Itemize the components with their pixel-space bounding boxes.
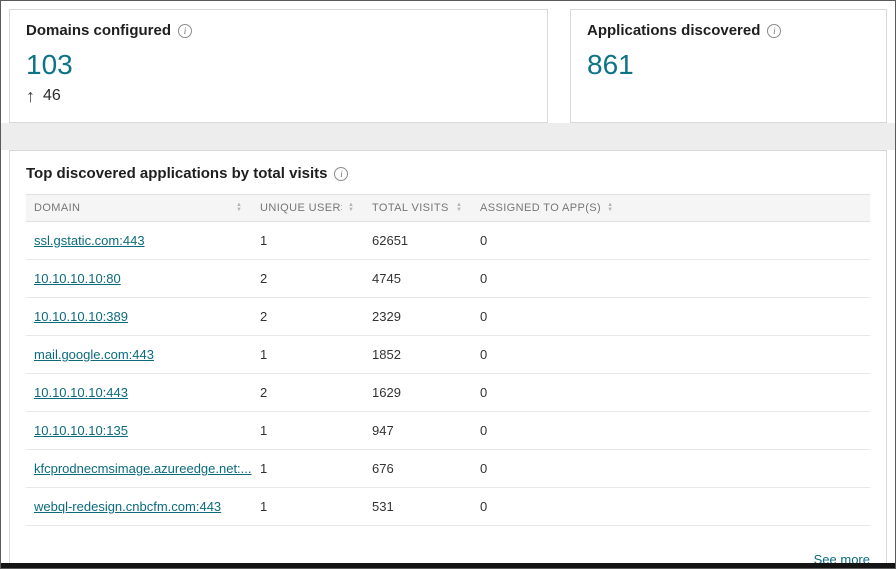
assigned-apps-cell: 0	[472, 450, 870, 488]
panel-title: Top discovered applications by total vis…	[26, 165, 327, 182]
sort-icon: ▲▼	[236, 203, 242, 213]
domains-delta: ↑ 46	[26, 87, 531, 105]
domain-link[interactable]: 10.10.10.10:135	[34, 423, 128, 438]
total-visits-cell: 676	[364, 450, 472, 488]
card-title-row: Applications discovered i	[587, 22, 870, 39]
unique-users-cell: 2	[252, 374, 364, 412]
info-icon[interactable]: i	[178, 24, 192, 38]
column-header-total-visits[interactable]: TOTAL VISITS ▲▼	[364, 195, 472, 222]
unique-users-cell: 1	[252, 336, 364, 374]
table-row: kfcprodnecmsimage.azureedge.net:... 1 67…	[26, 450, 870, 488]
column-header-domain[interactable]: DOMAIN ▲▼	[26, 195, 252, 222]
column-label: ASSIGNED TO APP(S)	[480, 202, 601, 214]
domain-link[interactable]: 10.10.10.10:80	[34, 271, 121, 286]
info-icon[interactable]: i	[767, 24, 781, 38]
total-visits-cell: 62651	[364, 222, 472, 260]
unique-users-cell: 2	[252, 298, 364, 336]
metric-cards-row: Domains configured i 103 ↑ 46 Applicatio…	[1, 1, 895, 123]
unique-users-cell: 1	[252, 450, 364, 488]
assigned-apps-cell: 0	[472, 222, 870, 260]
table-header: DOMAIN ▲▼ UNIQUE USERS ▲▼ TOTAL VISITS	[26, 195, 870, 222]
sort-icon: ▲▼	[607, 203, 613, 213]
unique-users-cell: 1	[252, 222, 364, 260]
total-visits-cell: 4745	[364, 260, 472, 298]
total-visits-cell: 1852	[364, 336, 472, 374]
assigned-apps-cell: 0	[472, 298, 870, 336]
total-visits-cell: 1629	[364, 374, 472, 412]
table-row: 10.10.10.10:443 2 1629 0	[26, 374, 870, 412]
column-label: DOMAIN	[34, 202, 80, 214]
table-row: ssl.gstatic.com:443 1 62651 0	[26, 222, 870, 260]
assigned-apps-cell: 0	[472, 412, 870, 450]
panel-title-row: Top discovered applications by total vis…	[26, 165, 870, 182]
domains-configured-value: 103	[26, 49, 531, 81]
domain-link[interactable]: mail.google.com:443	[34, 347, 154, 362]
table-header-row: DOMAIN ▲▼ UNIQUE USERS ▲▼ TOTAL VISITS	[26, 195, 870, 222]
sort-icon: ▲▼	[456, 203, 462, 213]
domain-link[interactable]: 10.10.10.10:389	[34, 309, 128, 324]
domains-configured-card: Domains configured i 103 ↑ 46	[9, 9, 548, 123]
applications-discovered-title: Applications discovered	[587, 22, 760, 39]
unique-users-cell: 1	[252, 488, 364, 526]
total-visits-cell: 947	[364, 412, 472, 450]
applications-discovered-card: Applications discovered i 861	[570, 9, 887, 123]
column-label: TOTAL VISITS	[372, 202, 449, 214]
arrow-up-icon: ↑	[26, 87, 35, 105]
table-row: 10.10.10.10:389 2 2329 0	[26, 298, 870, 336]
bottom-edge-bar	[1, 563, 895, 568]
total-visits-cell: 2329	[364, 298, 472, 336]
table-row: mail.google.com:443 1 1852 0	[26, 336, 870, 374]
domains-configured-title: Domains configured	[26, 22, 171, 39]
table-row: 10.10.10.10:135 1 947 0	[26, 412, 870, 450]
domains-delta-value: 46	[43, 87, 61, 105]
card-title-row: Domains configured i	[26, 22, 531, 39]
sort-icon: ▲▼	[348, 203, 354, 213]
assigned-apps-cell: 0	[472, 260, 870, 298]
column-label: UNIQUE USERS	[260, 202, 342, 214]
table-row: 10.10.10.10:80 2 4745 0	[26, 260, 870, 298]
table-row: webql-redesign.cnbcfm.com:443 1 531 0	[26, 488, 870, 526]
section-divider-band	[1, 123, 895, 150]
column-header-unique-users[interactable]: UNIQUE USERS ▲▼	[252, 195, 364, 222]
applications-discovered-value: 861	[587, 49, 870, 81]
assigned-apps-cell: 0	[472, 488, 870, 526]
dashboard-page: Domains configured i 103 ↑ 46 Applicatio…	[0, 0, 896, 569]
unique-users-cell: 2	[252, 260, 364, 298]
assigned-apps-cell: 0	[472, 374, 870, 412]
top-applications-panel: Top discovered applications by total vis…	[9, 150, 887, 563]
total-visits-cell: 531	[364, 488, 472, 526]
applications-table: DOMAIN ▲▼ UNIQUE USERS ▲▼ TOTAL VISITS	[26, 194, 870, 526]
info-icon[interactable]: i	[334, 167, 348, 181]
column-header-assigned-apps[interactable]: ASSIGNED TO APP(S) ▲▼	[472, 195, 870, 222]
assigned-apps-cell: 0	[472, 336, 870, 374]
domain-link[interactable]: ssl.gstatic.com:443	[34, 233, 145, 248]
domain-link[interactable]: webql-redesign.cnbcfm.com:443	[34, 499, 221, 514]
domain-link[interactable]: 10.10.10.10:443	[34, 385, 128, 400]
table-body: ssl.gstatic.com:443 1 62651 0 10.10.10.1…	[26, 222, 870, 526]
domain-link[interactable]: kfcprodnecmsimage.azureedge.net:...	[34, 461, 252, 476]
unique-users-cell: 1	[252, 412, 364, 450]
